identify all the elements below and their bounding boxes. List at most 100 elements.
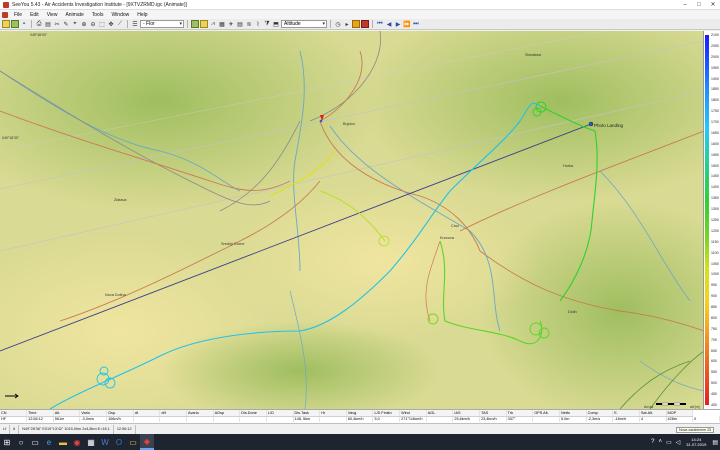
explorer-icon[interactable]: ▭	[126, 434, 140, 450]
map-icon[interactable]	[191, 20, 199, 28]
map-label: Kurzova	[440, 236, 455, 240]
status-time: 12:56:12	[114, 424, 136, 434]
search-icon[interactable]: ○	[14, 434, 28, 450]
chrome-icon[interactable]: ◉	[70, 434, 84, 450]
task-icon[interactable]	[200, 20, 208, 28]
volume-icon[interactable]: ◁	[674, 439, 683, 446]
taskbar: ⊞ ○ ▭ e ▬ ◉ ▦ W O ▭ ◆ ? ˄ ▭ ◁ 14:24 31.0…	[0, 434, 720, 450]
menu-file[interactable]: File	[10, 12, 26, 18]
notification-chevron-icon[interactable]: ˄	[656, 439, 664, 445]
print-icon[interactable]: ⎙	[35, 20, 43, 28]
table-icon[interactable]: ▤	[236, 20, 244, 28]
table-cell: 106m/h	[106, 416, 134, 422]
table-cell: HF	[0, 416, 28, 422]
map-canvas[interactable]: Photo Landing Bojdon Stanislavi Horka Cr…	[0, 31, 704, 409]
network-icon[interactable]: ▭	[664, 439, 674, 446]
cut-icon[interactable]: ✂	[53, 20, 61, 28]
altitude-scale-tick: 1650	[711, 130, 719, 135]
clock-icon[interactable]: ◷	[334, 20, 342, 28]
edit-icon[interactable]: ✎	[62, 20, 70, 28]
zoom-in-icon[interactable]: ⊕	[80, 20, 88, 28]
step-back-icon[interactable]: ◀	[385, 20, 393, 28]
maximize-button[interactable]: □	[692, 0, 706, 10]
menu-animate[interactable]: Animate	[61, 12, 87, 18]
store-icon[interactable]: ▦	[84, 434, 98, 450]
color-mode-select[interactable]: Altitude ▾	[281, 20, 327, 28]
save-icon[interactable]: ▪	[20, 20, 28, 28]
word-icon[interactable]: W	[98, 434, 112, 450]
menu-tools[interactable]: Tools	[88, 12, 108, 18]
altitude-scale-tick: 450	[711, 392, 717, 397]
pilot-select[interactable]: - Flor ▾	[140, 20, 184, 28]
table-cell: 4	[639, 416, 667, 422]
altitude-scale-tick: 500	[711, 381, 717, 386]
system-tray: ? ˄ ▭ ◁ 14:24 31.07.2019 ▤	[649, 434, 720, 450]
pilot-icon[interactable]: ☰	[131, 20, 139, 28]
barogram-icon[interactable]: ⩘	[209, 20, 217, 28]
map-view[interactable]: Photo Landing Bojdon Stanislavi Horka Cr…	[0, 31, 704, 409]
app-icon	[3, 1, 9, 8]
altitude-color-scale: 2100 2050 2000 1950 1900 1850 1800 1750 1700 1650…	[703, 31, 720, 409]
table-cell: 337°	[506, 416, 534, 422]
3d-view-icon[interactable]: ⬒	[272, 20, 280, 28]
statistics-icon[interactable]: ▦	[218, 20, 226, 28]
file-explorer-icon[interactable]: ▬	[56, 434, 70, 450]
cursor-coordinates: N49°28'36" E019°13'42" 1015,0hm 2x4,8km …	[19, 424, 114, 434]
skip-back-icon[interactable]: ⏮	[376, 20, 384, 28]
minimize-button[interactable]: –	[678, 0, 692, 10]
outlook-icon[interactable]: O	[112, 434, 126, 450]
pin-icon[interactable]: ⌖	[71, 20, 79, 28]
open-folder-icon[interactable]	[2, 20, 10, 28]
table-cell	[133, 416, 161, 422]
action-center-icon[interactable]: ▤	[710, 439, 720, 446]
print-preview-icon[interactable]: ▤	[44, 20, 52, 28]
zoom-window-icon[interactable]: ⬚	[98, 20, 106, 28]
chart-icon[interactable]: ⌇	[254, 20, 262, 28]
menu-edit[interactable]: Edit	[26, 12, 43, 18]
table-cell	[319, 416, 347, 422]
status-cell: Lf	[0, 424, 11, 434]
altitude-scale-tick: 600	[711, 359, 717, 364]
close-button[interactable]: ✕	[706, 0, 720, 10]
clock-date: 31.07.2019	[686, 442, 707, 447]
filter-icon[interactable]: ⧩	[263, 20, 271, 28]
altitude-scale-tick: 650	[711, 348, 717, 353]
menu-view[interactable]: View	[43, 12, 62, 18]
seeyou-taskbar-icon[interactable]: ◆	[140, 434, 154, 450]
measure-icon[interactable]: ⟋	[116, 20, 124, 28]
task-view-icon[interactable]: ▭	[28, 434, 42, 450]
coordinate-label: 049°18'30"	[2, 136, 20, 140]
pause-icon[interactable]	[352, 20, 360, 28]
table-cell: 148, 5km	[293, 416, 321, 422]
toolbar-separator	[372, 20, 373, 28]
altitude-scale-tick: 850	[711, 305, 717, 310]
flight-icon[interactable]: ✈	[227, 20, 235, 28]
skip-forward-icon[interactable]: ⏭	[412, 20, 420, 28]
document-icon[interactable]	[2, 11, 8, 18]
altitude-scale-tick: 1800	[711, 98, 719, 103]
open-file-icon[interactable]	[11, 20, 19, 28]
edge-icon[interactable]: e	[42, 434, 56, 450]
stop-icon[interactable]	[361, 20, 369, 28]
pan-icon[interactable]: ✥	[107, 20, 115, 28]
table-row[interactable]: HF 12:56:12 561m -3,0m/s 106m/h 148, 5km 60,4k…	[0, 416, 720, 422]
fast-forward-icon[interactable]: ⏩	[403, 20, 411, 28]
clock[interactable]: 14:24 31.07.2019	[682, 437, 710, 447]
speed-icon[interactable]: ▸	[343, 20, 351, 28]
menu-window[interactable]: Window	[107, 12, 133, 18]
status-bar: Lf 6 N49°28'36" E019°13'42" 1015,0hm 2x4…	[0, 423, 720, 434]
waypoint-marker[interactable]	[588, 121, 594, 127]
zoom-out-icon[interactable]: ⊖	[89, 20, 97, 28]
step-forward-icon[interactable]: ▶	[394, 20, 402, 28]
table-cell: -2,3m/s	[586, 416, 614, 422]
altitude-scale-tick: 1050	[711, 261, 719, 266]
start-icon[interactable]: ⊞	[0, 434, 14, 450]
altitude-scale-tick: 1850	[711, 87, 719, 92]
altitude-scale-tick: 1300	[711, 207, 719, 212]
altitude-scale-tick: 1600	[711, 141, 719, 146]
table-cell: 561m	[53, 416, 81, 422]
help-icon[interactable]: ?	[649, 439, 656, 445]
menu-help[interactable]: Help	[133, 12, 151, 18]
wind-icon[interactable]: ≋	[245, 20, 253, 28]
map-label: Bojdon	[343, 122, 355, 126]
